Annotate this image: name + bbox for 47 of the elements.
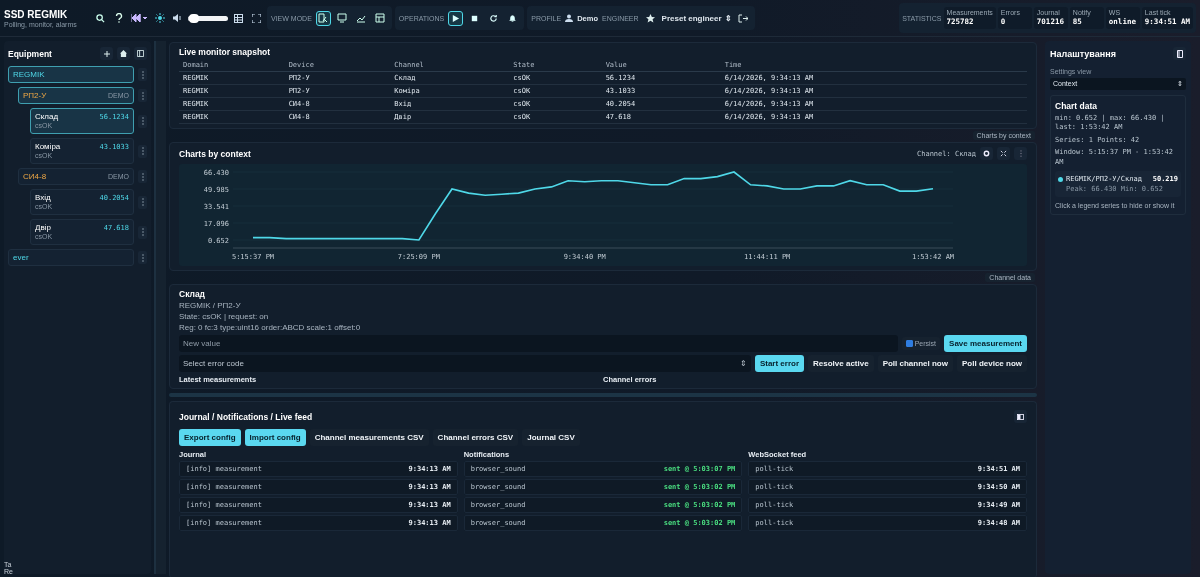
export-button[interactable]: Journal CSV xyxy=(522,429,580,446)
sidebar-toggle-icon[interactable] xyxy=(134,47,147,60)
volume-slider[interactable] xyxy=(188,15,228,21)
save-button[interactable]: Save measurement xyxy=(944,335,1027,352)
user-icon xyxy=(565,14,574,22)
panel-title: Equipment xyxy=(8,48,53,59)
channel-register: Reg: 0 fc:3 type:uint16 order:ABCD scale:1 offset:0 xyxy=(179,323,362,332)
export-button[interactable]: Channel errors CSV xyxy=(432,429,519,446)
scrollbar[interactable] xyxy=(154,41,166,574)
channel-path: REGMIK / РП2-У xyxy=(179,301,242,310)
channel-name: Вхід xyxy=(35,193,51,202)
expand-icon[interactable] xyxy=(997,147,1010,160)
channel-state: State: csOK | request: on xyxy=(179,312,270,321)
export-button[interactable]: Export config xyxy=(179,429,241,446)
export-button[interactable]: Import config xyxy=(244,429,306,446)
channel-name: Коміра xyxy=(35,142,61,151)
action-button[interactable]: Poll device now xyxy=(957,355,1027,372)
brightness-icon[interactable] xyxy=(152,10,167,26)
action-button[interactable]: Start error xyxy=(754,355,805,372)
card-title: Chart data xyxy=(1055,101,1099,111)
preset-select[interactable]: Preset engineer ⇕ xyxy=(661,13,732,23)
monitor-icon[interactable] xyxy=(334,10,350,26)
panel-title: Налаштування xyxy=(1050,48,1117,59)
action-button[interactable]: Poll channel now xyxy=(877,355,953,372)
table-icon[interactable] xyxy=(372,10,388,26)
domain-item[interactable]: ever xyxy=(8,249,134,266)
value-input[interactable]: New value xyxy=(179,335,898,352)
add-icon[interactable] xyxy=(100,47,113,60)
channel-name: Склад xyxy=(35,112,59,121)
panel-toggle-icon[interactable] xyxy=(1173,47,1186,60)
play-icon[interactable] xyxy=(448,10,464,26)
panel-title: Live monitor snapshot xyxy=(179,47,272,57)
device-name: РП2-У xyxy=(23,91,47,100)
error-code-select[interactable]: Select error code ⇕ xyxy=(179,355,751,372)
home-icon[interactable] xyxy=(117,47,130,60)
device-name: СИ4-8 xyxy=(23,172,47,181)
settings-icon[interactable] xyxy=(980,147,993,160)
channel-title: Склад xyxy=(179,289,207,299)
panel-title: Journal / Notifications / Live feed xyxy=(179,411,313,422)
edit-icon[interactable] xyxy=(315,10,331,26)
collapse-icon[interactable] xyxy=(1014,410,1027,423)
panel-title: Charts by context xyxy=(179,148,251,159)
domain-item[interactable]: REGMIK xyxy=(8,66,134,83)
export-button[interactable]: Channel measurements CSV xyxy=(309,429,429,446)
channel-name: Двір xyxy=(35,223,51,232)
action-button[interactable]: Resolve active xyxy=(808,355,874,372)
app-title: SSD REGMIK xyxy=(4,8,69,20)
